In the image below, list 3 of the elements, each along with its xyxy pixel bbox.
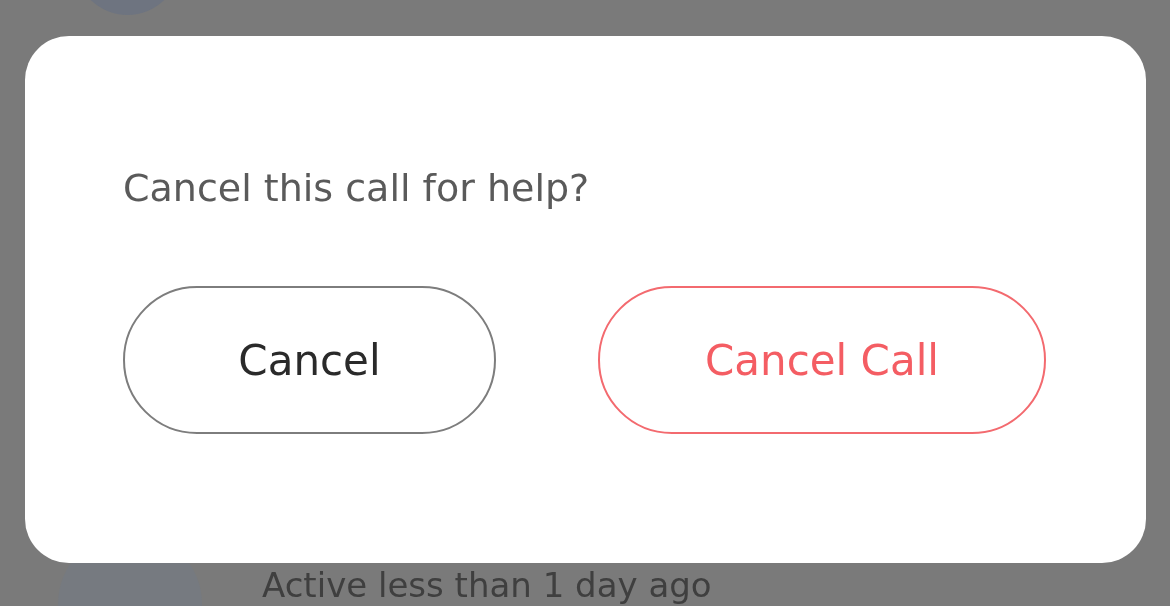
- activity-status: Active less than 1 day ago: [262, 566, 712, 604]
- dialog-message: Cancel this call for help?: [123, 165, 591, 212]
- cancel-button[interactable]: Cancel: [123, 286, 496, 434]
